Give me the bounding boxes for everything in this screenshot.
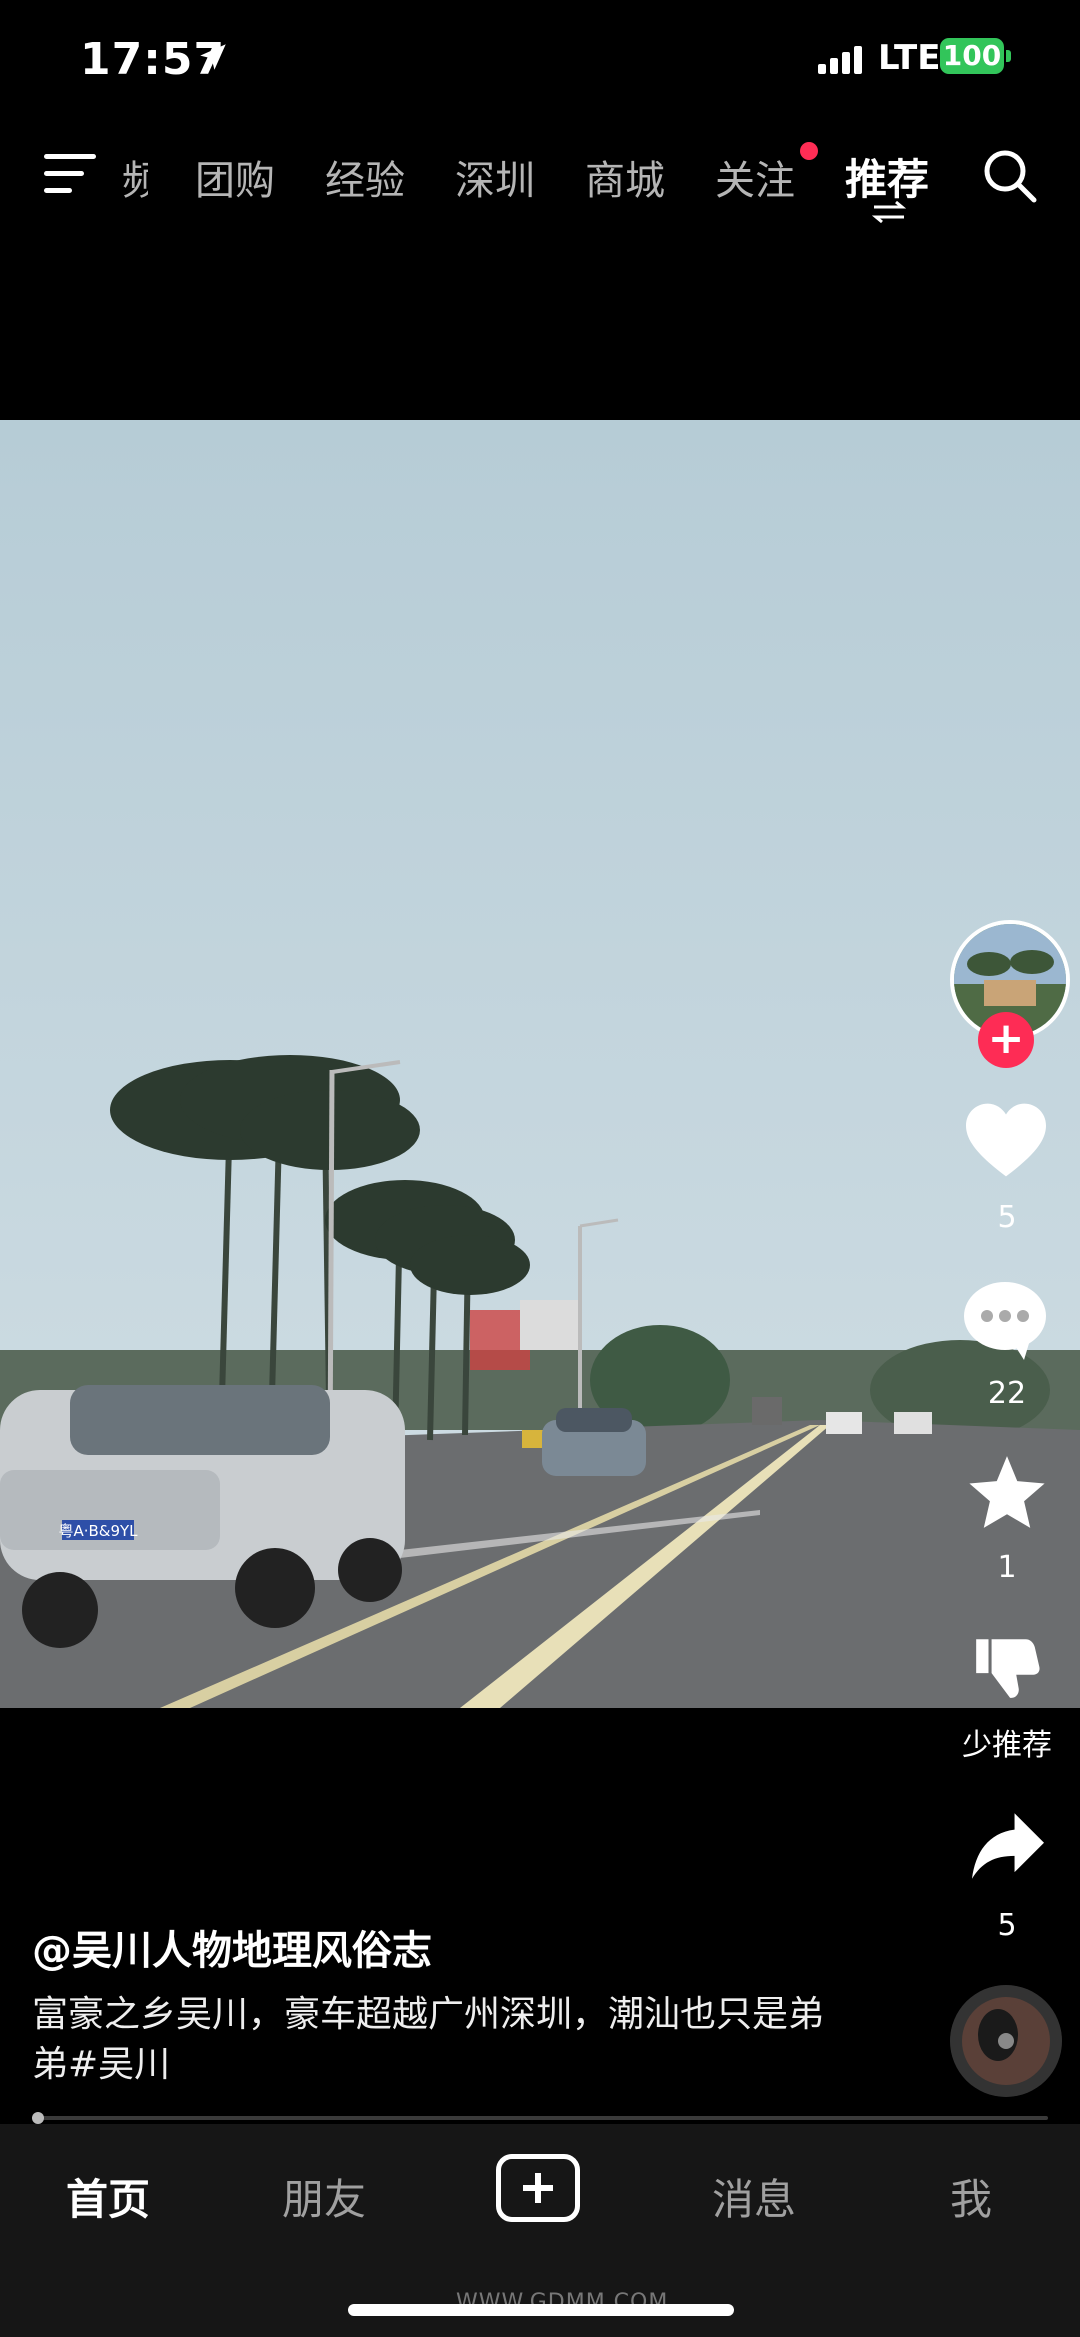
tab-partial[interactable]: 频 [122,148,148,206]
nav-me[interactable]: 我 [950,2166,992,2227]
nav-home[interactable]: 首页 [66,2166,150,2227]
follow-plus-button[interactable]: + [978,1012,1034,1068]
progress-track[interactable] [32,2116,1048,2120]
home-indicator[interactable] [348,2304,734,2316]
license-plate: 粤A·B&9YL [58,1522,138,1540]
tab-recommend[interactable]: 推荐 [845,146,929,207]
nav-friends[interactable]: 朋友 [282,2166,366,2227]
share-count: 5 [997,1908,1017,1943]
tab-group-buy[interactable]: 团购 [195,148,275,206]
notification-dot [800,142,818,160]
tab-experience[interactable]: 经验 [325,148,405,206]
plus-icon [523,2173,553,2203]
author-handle[interactable]: @吴川人物地理风俗志 [32,1918,432,1976]
location-arrow-icon [200,44,226,70]
music-disc[interactable] [950,1985,1062,2097]
collect-count: 1 [997,1550,1017,1585]
battery-indicator: 100 [940,38,1004,74]
heart-icon[interactable] [962,1100,1050,1180]
like-count: 5 [997,1200,1017,1235]
nav-messages[interactable]: 消息 [712,2166,796,2227]
search-icon[interactable] [982,148,1038,204]
dislike-label: 少推荐 [962,1728,1052,1763]
star-icon[interactable] [966,1452,1048,1532]
signal-icon [818,46,862,74]
menu-icon[interactable] [44,152,96,196]
comment-icon[interactable] [962,1278,1048,1362]
progress-thumb[interactable] [32,2112,44,2124]
tab-follow[interactable]: 关注 [715,148,795,206]
network-type: LTE [878,38,941,78]
comment-count: 22 [987,1376,1027,1411]
music-cover-image [950,1985,1062,2097]
thumbs-down-icon[interactable] [970,1630,1044,1704]
video-player[interactable]: 粤A·B&9YL [0,420,1080,1708]
tab-mall[interactable]: 商城 [585,148,665,206]
share-icon[interactable] [968,1810,1048,1882]
battery-tip [1006,50,1011,62]
create-button[interactable] [496,2154,580,2222]
swap-icon[interactable] [872,200,906,224]
tab-shenzhen[interactable]: 深圳 [455,148,535,206]
post-caption[interactable]: 富豪之乡吴川，豪车超越广州深圳，潮汕也只是弟弟#吴川 [32,1990,852,2090]
